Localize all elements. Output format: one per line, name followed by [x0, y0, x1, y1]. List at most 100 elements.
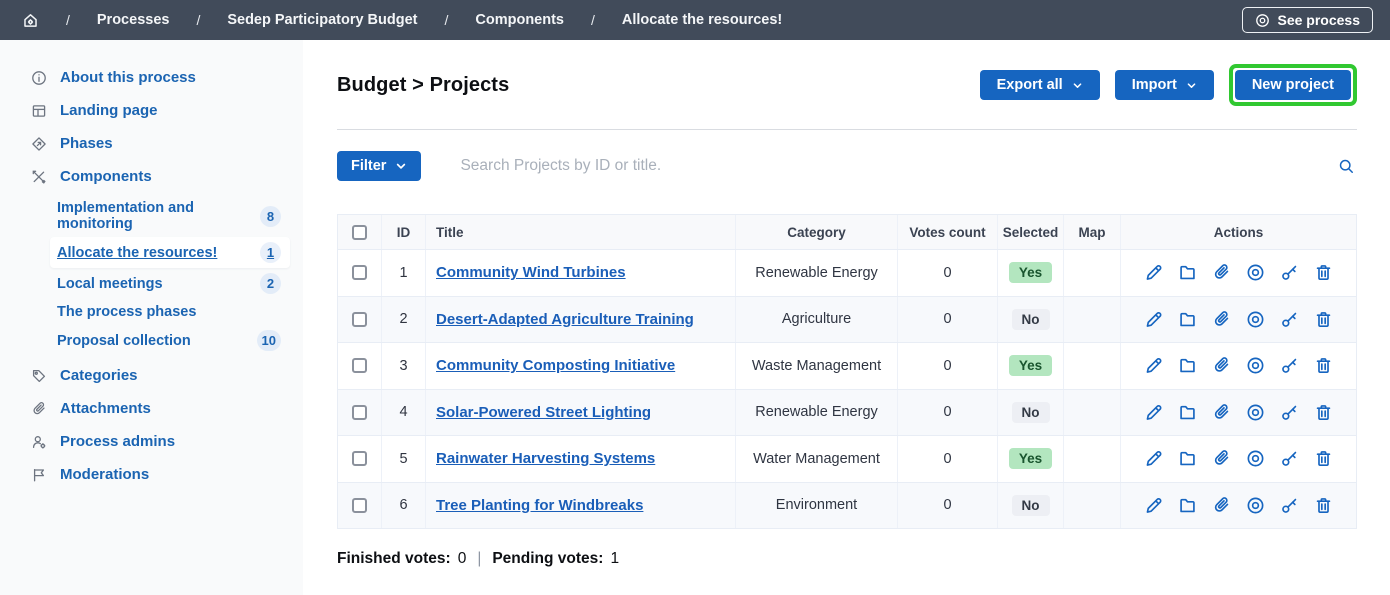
home-link[interactable] [22, 12, 39, 29]
sidebar-subitem-implementation[interactable]: Implementation and monitoring 8 [50, 195, 290, 237]
project-title-link[interactable]: Community Composting Initiative [436, 357, 675, 374]
votes-summary: Finished votes: 0 | Pending votes: 1 [337, 550, 1357, 568]
edit-icon[interactable] [1144, 356, 1163, 375]
edit-icon[interactable] [1144, 496, 1163, 515]
preview-eye-icon[interactable] [1246, 310, 1265, 329]
table-row: 6 Tree Planting for Windbreaks Environme… [338, 482, 1356, 529]
sidebar-item-categories[interactable]: Categories [0, 359, 303, 392]
folder-icon[interactable] [1178, 449, 1197, 468]
delete-trash-icon[interactable] [1314, 449, 1333, 468]
delete-trash-icon[interactable] [1314, 310, 1333, 329]
delete-trash-icon[interactable] [1314, 496, 1333, 515]
new-project-button[interactable]: New project [1235, 70, 1351, 100]
attachments-icon[interactable] [1212, 449, 1231, 468]
export-all-label: Export all [997, 77, 1063, 93]
sidebar-item-moderations[interactable]: Moderations [0, 458, 303, 491]
folder-icon[interactable] [1178, 310, 1197, 329]
layout-icon [30, 103, 47, 119]
preview-eye-icon[interactable] [1246, 496, 1265, 515]
attachments-icon[interactable] [1212, 403, 1231, 422]
attachments-icon[interactable] [1212, 310, 1231, 329]
sidebar-item-process-admins[interactable]: Process admins [0, 425, 303, 458]
filter-button[interactable]: Filter [337, 151, 421, 181]
votes-count: 0 [897, 250, 997, 296]
project-title-link[interactable]: Tree Planting for Windbreaks [436, 497, 643, 514]
actions-cell [1120, 250, 1356, 296]
preview-eye-icon[interactable] [1246, 356, 1265, 375]
permissions-key-icon[interactable] [1280, 496, 1299, 515]
edit-icon[interactable] [1144, 310, 1163, 329]
sidebar-subitem-allocate-resources[interactable]: Allocate the resources! 1 [50, 237, 290, 268]
preview-eye-icon[interactable] [1246, 449, 1265, 468]
search-icon[interactable] [1336, 156, 1357, 177]
permissions-key-icon[interactable] [1280, 356, 1299, 375]
pending-votes-value: 1 [610, 550, 619, 568]
attachments-icon[interactable] [1212, 496, 1231, 515]
folder-icon[interactable] [1178, 356, 1197, 375]
row-checkbox[interactable] [352, 498, 367, 513]
finished-votes-value: 0 [458, 550, 467, 568]
edit-icon[interactable] [1144, 263, 1163, 282]
sidebar-item-components[interactable]: Components [0, 160, 303, 193]
attachments-icon[interactable] [1212, 263, 1231, 282]
delete-trash-icon[interactable] [1314, 263, 1333, 282]
row-checkbox[interactable] [352, 312, 367, 327]
folder-icon[interactable] [1178, 496, 1197, 515]
project-title-link[interactable]: Solar-Powered Street Lighting [436, 404, 651, 421]
sidebar-subitem-local-meetings[interactable]: Local meetings 2 [50, 268, 290, 299]
info-icon [30, 70, 47, 86]
preview-eye-icon[interactable] [1246, 263, 1265, 282]
sidebar-subitem-label: Implementation and monitoring [57, 200, 260, 232]
map-cell [1063, 343, 1120, 389]
row-checkbox[interactable] [352, 358, 367, 373]
permissions-key-icon[interactable] [1280, 263, 1299, 282]
permissions-key-icon[interactable] [1280, 449, 1299, 468]
row-checkbox[interactable] [352, 451, 367, 466]
edit-icon[interactable] [1144, 403, 1163, 422]
breadcrumb-current-component[interactable]: Allocate the resources! [622, 12, 782, 28]
project-title-link[interactable]: Rainwater Harvesting Systems [436, 450, 655, 467]
permissions-key-icon[interactable] [1280, 310, 1299, 329]
header-divider [337, 129, 1357, 130]
edit-icon[interactable] [1144, 449, 1163, 468]
col-header-selected: Selected [997, 215, 1063, 249]
sidebar-subitem-label: Proposal collection [57, 333, 191, 349]
sidebar-item-about[interactable]: About this process [0, 61, 303, 94]
preview-eye-icon[interactable] [1246, 403, 1265, 422]
sidebar-item-label: About this process [60, 69, 196, 86]
actions-cell [1120, 390, 1356, 436]
attachments-icon[interactable] [1212, 356, 1231, 375]
sidebar-item-attachments[interactable]: Attachments [0, 392, 303, 425]
flag-icon [30, 467, 47, 483]
sidebar-subitem-process-phases[interactable]: The process phases [50, 299, 290, 325]
folder-icon[interactable] [1178, 403, 1197, 422]
breadcrumb: / Processes / Sedep Participatory Budget… [22, 12, 782, 29]
breadcrumb-processes[interactable]: Processes [97, 12, 170, 28]
sidebar-item-landing-page[interactable]: Landing page [0, 94, 303, 127]
actions-cell [1120, 343, 1356, 389]
filter-search-bar: Filter [337, 151, 1357, 181]
delete-trash-icon[interactable] [1314, 403, 1333, 422]
sidebar-subitem-proposal-collection[interactable]: Proposal collection 10 [50, 325, 290, 356]
see-process-button[interactable]: See process [1242, 7, 1374, 33]
phases-icon [30, 136, 47, 152]
breadcrumb-process-name[interactable]: Sedep Participatory Budget [227, 12, 417, 28]
project-title-link[interactable]: Desert-Adapted Agriculture Training [436, 311, 694, 328]
search-input[interactable] [460, 157, 1336, 175]
import-button[interactable]: Import [1115, 70, 1214, 100]
delete-trash-icon[interactable] [1314, 356, 1333, 375]
table-row: 2 Desert-Adapted Agriculture Training Ag… [338, 296, 1356, 343]
permissions-key-icon[interactable] [1280, 403, 1299, 422]
folder-icon[interactable] [1178, 263, 1197, 282]
select-all-checkbox[interactable] [352, 225, 367, 240]
sidebar-item-label: Phases [60, 135, 113, 152]
chevron-down-icon [1072, 80, 1083, 91]
row-checkbox[interactable] [352, 265, 367, 280]
project-title-link[interactable]: Community Wind Turbines [436, 264, 626, 281]
sidebar-item-phases[interactable]: Phases [0, 127, 303, 160]
export-all-button[interactable]: Export all [980, 70, 1100, 100]
row-checkbox[interactable] [352, 405, 367, 420]
new-project-label: New project [1252, 77, 1334, 93]
project-category: Renewable Energy [735, 390, 897, 436]
breadcrumb-components[interactable]: Components [475, 12, 564, 28]
